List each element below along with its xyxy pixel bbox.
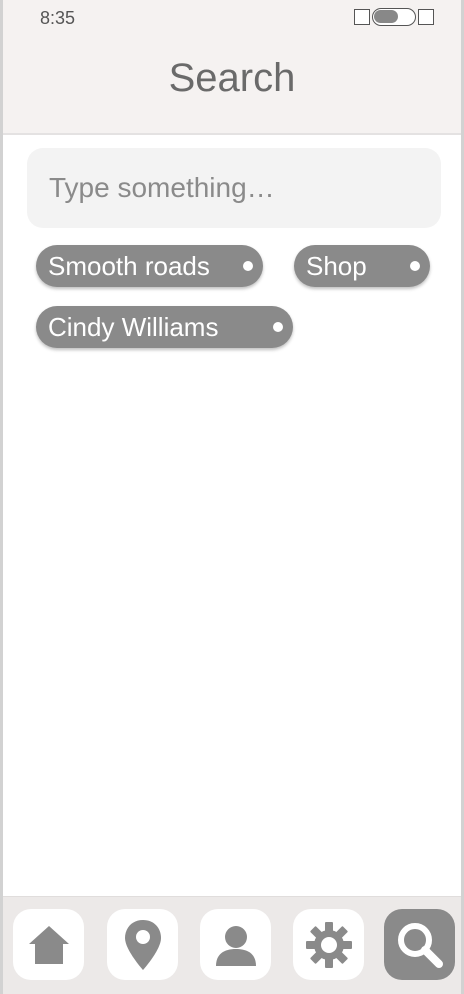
search-field[interactable] [27,148,441,228]
status-toggle-icon [372,8,416,26]
phone-screen: 8:35 Search Smooth roads Shop Cindy Will… [0,0,464,994]
tab-home[interactable] [13,909,84,980]
chip-label: Cindy Williams [48,311,219,342]
home-icon [28,925,69,964]
status-square-icon [354,9,370,25]
filter-chip-cindy-williams[interactable]: Cindy Williams [36,306,293,348]
user-icon [215,925,256,966]
chip-remove-icon[interactable] [273,322,283,332]
chip-label: Smooth roads [48,250,210,281]
tab-map[interactable] [107,909,178,980]
filter-chip-shop[interactable]: Shop [294,245,430,287]
status-time: 8:35 [40,8,76,28]
search-icon [397,922,443,968]
tab-profile[interactable] [200,909,271,980]
map-pin-icon [124,919,161,970]
chip-remove-icon[interactable] [410,261,420,271]
status-square-icon [418,9,434,25]
status-icons [354,8,434,26]
gear-icon [305,921,352,968]
filter-chip-smooth-roads[interactable]: Smooth roads [36,245,263,287]
header-bar: 8:35 Search [3,0,461,135]
tab-search[interactable] [384,909,455,980]
chip-remove-icon[interactable] [243,261,253,271]
page-title: Search [168,56,296,100]
tab-settings[interactable] [293,909,364,980]
tab-bar [3,896,461,994]
chip-label: Shop [306,250,367,281]
search-input[interactable] [47,171,421,205]
